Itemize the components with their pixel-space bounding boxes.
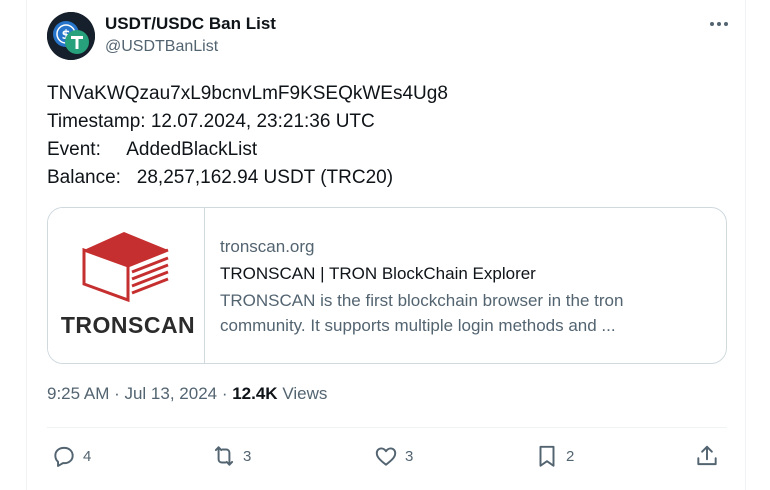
repost-button[interactable]: 3	[211, 440, 251, 472]
link-description-line2: community. It supports multiple login me…	[220, 316, 616, 335]
meta-separator: ·	[217, 384, 233, 403]
author-name[interactable]: USDT/USDC Ban List	[105, 14, 276, 34]
bookmark-count: 2	[566, 447, 575, 465]
tweet-line-timestamp: Timestamp: 12.07.2024, 23:21:36 UTC	[47, 111, 375, 132]
reply-button[interactable]: 4	[51, 440, 91, 472]
reply-icon	[54, 446, 74, 467]
link-thumbnail: TRONSCAN	[48, 208, 205, 363]
share-icon	[697, 445, 717, 466]
avatar[interactable]: $	[47, 12, 95, 60]
author-handle[interactable]: @USDTBanList	[105, 38, 218, 56]
tweet-text: TNVaKWQzau7xL9bcnvLmF9KSEQkWEs4Ug8 Times…	[47, 80, 727, 192]
like-count: 3	[405, 447, 414, 465]
link-title: TRONSCAN | TRON BlockChain Explorer	[220, 264, 536, 283]
tweet-line-balance: Balance: 28,257,162.94 USDT (TRC20)	[47, 167, 394, 188]
link-domain: tronscan.org	[220, 237, 315, 256]
tweet-line-address: TNVaKWQzau7xL9bcnvLmF9KSEQkWEs4Ug8	[47, 83, 448, 104]
views-count: 12.4K	[232, 384, 278, 403]
tronscan-logo-icon	[82, 232, 169, 303]
link-preview-card[interactable]: TRONSCAN tronscan.org TRONSCAN | TRON Bl…	[47, 207, 727, 364]
tweet-meta: 9:25 AM · Jul 13, 2024 · 12.4K Views	[47, 384, 327, 404]
divider	[47, 427, 727, 428]
reply-count: 4	[83, 447, 92, 465]
bookmark-icon	[539, 445, 555, 467]
like-button[interactable]: 3	[373, 440, 413, 472]
tweet-timestamp[interactable]: 9:25 AM · Jul 13, 2024	[47, 384, 217, 403]
bookmark-button[interactable]: 2	[534, 440, 574, 472]
like-icon	[375, 447, 397, 466]
repost-count: 3	[243, 447, 252, 465]
views-label: Views	[277, 384, 328, 403]
link-text: tronscan.org TRONSCAN | TRON BlockChain …	[205, 208, 726, 363]
repost-icon	[214, 446, 234, 466]
link-description-line1: TRONSCAN is the first blockchain browser…	[220, 291, 624, 310]
tweet-card: $ USDT/USDC Ban List @USDTBanList TNVaKW…	[26, 0, 746, 490]
share-button[interactable]	[694, 440, 720, 472]
tronscan-wordmark: TRONSCAN	[60, 312, 196, 338]
action-bar: 4 3 3 2	[47, 440, 727, 472]
tweet-line-event: Event: AddedBlackList	[47, 139, 258, 160]
more-icon[interactable]	[707, 14, 731, 34]
